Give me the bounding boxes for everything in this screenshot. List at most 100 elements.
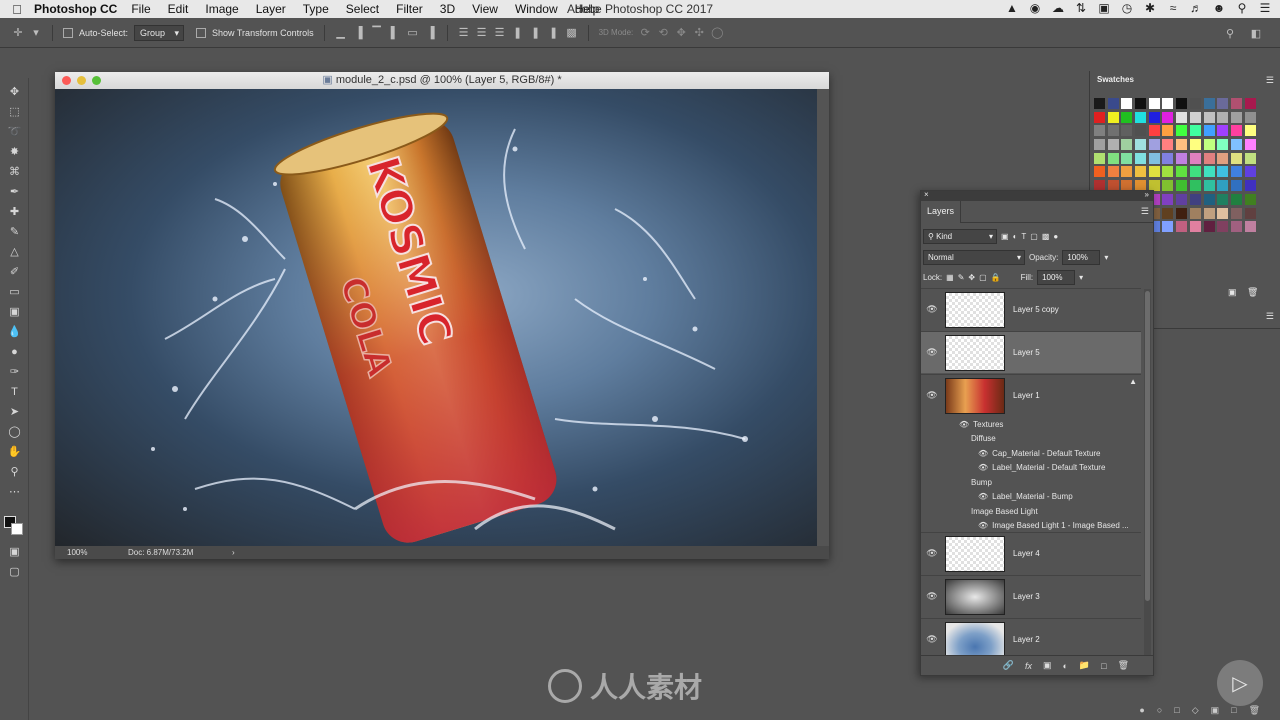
color-swatch[interactable] [1162,180,1174,192]
lock-transparent-icon[interactable]: ▦ [946,273,954,282]
fill-input[interactable]: 100% [1037,269,1076,285]
color-swatch[interactable] [1135,125,1147,137]
color-swatch[interactable] [1148,111,1160,123]
color-swatch[interactable] [1230,98,1242,109]
color-swatch[interactable] [1094,139,1105,151]
color-swatch[interactable] [1121,166,1133,178]
collapse-panel-icon[interactable]: » [1145,190,1149,199]
delete-swatch-icon[interactable]: 🗑 [1247,287,1258,298]
filter-smart-object-icon[interactable]: ▩ [1042,232,1050,241]
layer-row-selected[interactable]: 👁 Layer 5 [921,331,1141,373]
zoom-level[interactable]: 100% [67,546,87,559]
volume-icon[interactable]: ♬ [1189,1,1203,15]
tool-preset-dropdown-icon[interactable]: ▾ [30,27,42,39]
visibility-eye-icon[interactable]: 👁 [978,492,988,501]
panel-menu-icon[interactable]: ☰ [1141,206,1149,217]
color-swatch[interactable] [1189,139,1201,151]
align-bottom-icon[interactable]: ▔ [371,27,383,39]
distribute-hcenter-icon[interactable]: ❚ [530,27,542,39]
texture-item-row[interactable]: 👁 Image Based Light 1 - Image Based ... [921,518,1141,532]
align-left-icon[interactable]: ▌ [389,27,401,39]
new-group-icon[interactable]: 📁 [1079,660,1090,671]
bluetooth-icon[interactable]: ✱ [1143,1,1157,15]
color-swatch[interactable] [1176,111,1188,123]
visibility-eye-icon[interactable]: 👁 [978,463,988,472]
gradient-tool-icon[interactable]: ▣ [6,304,23,319]
color-swatch[interactable] [1094,125,1105,137]
dock-icon[interactable]: ◇ [1192,705,1199,716]
auto-select-checkbox[interactable] [63,27,73,38]
marquee-tool-icon[interactable]: ⬚ [6,104,23,119]
3d-roll-icon[interactable]: ⟲ [657,27,669,39]
color-swatch[interactable] [1230,152,1242,164]
color-swatch[interactable] [1189,207,1201,219]
color-swatch[interactable] [1162,111,1174,123]
panel-menu-icon[interactable]: ☰ [1266,75,1274,86]
more-tools-icon[interactable]: ⋯ [6,484,23,499]
texture-item-row[interactable]: 👁 Cap_Material - Default Texture [921,446,1141,460]
color-swatch[interactable] [1148,125,1160,137]
wifi-icon[interactable]: ≈ [1166,1,1180,15]
layer-row[interactable]: 👁 Layer 2 [921,618,1141,660]
eraser-tool-icon[interactable]: ▭ [6,284,23,299]
filter-shape-icon[interactable]: ▢ [1030,232,1038,241]
color-swatch[interactable] [1176,180,1188,192]
color-swatch[interactable] [1217,221,1229,233]
menu-image[interactable]: Image [205,2,238,16]
color-swatch[interactable] [1107,152,1119,164]
color-swatch[interactable] [1244,180,1256,192]
color-swatch[interactable] [1217,166,1229,178]
dock-icon[interactable]: □ [1231,705,1236,716]
color-swatch[interactable] [1230,180,1242,192]
color-swatch[interactable] [1244,139,1256,151]
ibl-row[interactable]: Image Based Light [921,504,1141,518]
menu-window[interactable]: Window [515,2,558,16]
color-swatch[interactable] [1189,98,1201,109]
adjustment-layer-icon[interactable]: ◐ [1062,661,1067,671]
visibility-eye-icon[interactable]: 👁 [921,591,943,602]
color-swatch[interactable] [1189,180,1201,192]
color-swatch[interactable] [1244,111,1256,123]
textures-row[interactable]: 👁 Textures [921,417,1141,431]
close-panel-icon[interactable]: × [924,190,929,199]
color-swatch[interactable] [1121,98,1133,109]
distribute-bottom-icon[interactable]: ☰ [494,27,506,39]
color-swatch[interactable] [1162,139,1174,151]
auto-select-dropdown[interactable]: Group [134,24,185,41]
filter-type-icon[interactable]: T [1021,232,1026,241]
color-swatch[interactable] [1162,207,1174,219]
color-swatch[interactable] [1135,111,1147,123]
color-swatch[interactable] [1162,98,1174,109]
menu-view[interactable]: View [472,2,498,16]
visibility-eye-icon[interactable]: 👁 [921,347,943,358]
healing-brush-tool-icon[interactable]: ✚ [6,204,23,219]
visibility-eye-icon[interactable]: 👁 [921,390,943,401]
panel-menu-icon[interactable]: ☰ [1266,311,1274,322]
move-tool-icon[interactable]: ✥ [6,84,23,99]
pen-tool-icon[interactable]: ✑ [6,364,23,379]
color-swatch[interactable] [1176,166,1188,178]
color-swatch[interactable] [1176,98,1188,109]
color-swatch[interactable] [1176,139,1188,151]
3d-slide-icon[interactable]: ✣ [693,27,705,39]
bump-row[interactable]: Bump [921,475,1141,489]
color-swatch[interactable] [1162,125,1174,137]
spotlight-search-icon[interactable]: ⚲ [1235,1,1249,15]
color-swatch[interactable] [1203,166,1215,178]
menu-help[interactable]: Help [575,2,600,16]
layers-tab[interactable]: Layers [921,201,962,223]
color-swatch[interactable] [1244,221,1256,233]
blur-tool-icon[interactable]: 💧 [6,324,23,339]
color-swatch[interactable] [1176,193,1188,205]
crop-tool-icon[interactable]: ⌘ [6,164,23,179]
texture-item-row[interactable]: 👁 Label_Material - Bump [921,489,1141,503]
color-swatch[interactable] [1217,193,1229,205]
dock-icon[interactable]: ○ [1157,705,1162,716]
dodge-tool-icon[interactable]: ● [6,344,23,359]
color-swatch[interactable] [1230,207,1242,219]
filter-toggle-icon[interactable]: ● [1053,232,1058,241]
color-swatch[interactable] [1094,98,1105,109]
layer-row[interactable]: 👁 Layer 1 ▲ [921,374,1141,416]
align-top-icon[interactable]: ▁ [335,27,347,39]
color-swatch[interactable] [1121,152,1133,164]
